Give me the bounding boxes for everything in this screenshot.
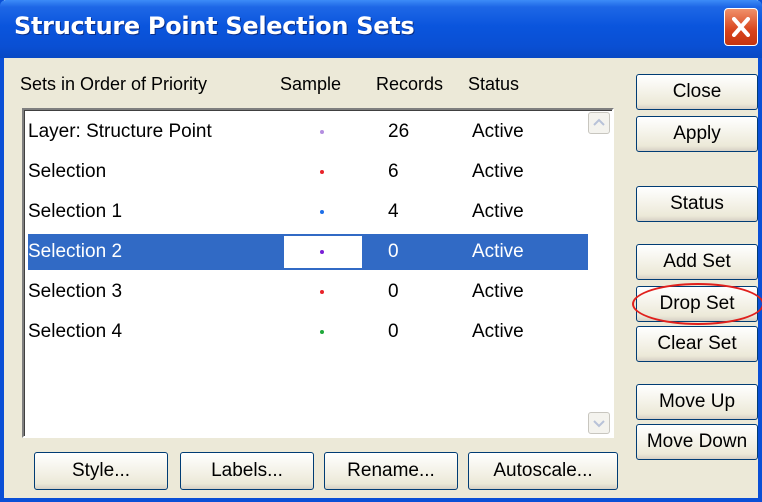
list-item[interactable]: Selection 4 0 Active bbox=[28, 314, 592, 350]
header-status: Status bbox=[468, 74, 520, 94]
rename-button[interactable]: Rename... bbox=[324, 452, 458, 490]
header-sample: Sample bbox=[280, 74, 342, 94]
record-count: 6 bbox=[388, 161, 399, 182]
sample-dot bbox=[320, 250, 324, 254]
dialog-window: Structure Point Selection Sets Sets in O… bbox=[0, 0, 762, 502]
scroll-down-button[interactable] bbox=[588, 412, 610, 434]
list-item[interactable]: Selection 6 Active bbox=[28, 154, 592, 190]
list-item[interactable]: Selection 2 0 Active bbox=[28, 234, 592, 270]
vertical-scrollbar[interactable] bbox=[588, 112, 610, 434]
window-close-button[interactable] bbox=[724, 8, 758, 46]
sample-dot bbox=[320, 330, 324, 334]
clear-set-button[interactable]: Clear Set bbox=[636, 326, 758, 362]
style-button[interactable]: Style... bbox=[34, 452, 168, 490]
record-count: 4 bbox=[388, 201, 399, 222]
sample-swatch bbox=[284, 114, 362, 150]
set-status: Active bbox=[472, 161, 524, 182]
sample-dot bbox=[320, 130, 324, 134]
chevron-up-icon bbox=[593, 118, 605, 126]
drop-set-button[interactable]: Drop Set bbox=[636, 286, 758, 322]
set-name: Selection 1 bbox=[28, 201, 123, 222]
list-item[interactable]: Selection 1 4 Active bbox=[28, 194, 592, 230]
header-sets: Sets in Order of Priority bbox=[20, 74, 208, 94]
close-icon bbox=[732, 17, 750, 37]
record-count: 0 bbox=[388, 281, 399, 302]
sample-swatch bbox=[284, 154, 362, 190]
list-item[interactable]: Layer: Structure Point 26 Active bbox=[28, 114, 592, 150]
move-up-button[interactable]: Move Up bbox=[636, 384, 758, 420]
record-count: 0 bbox=[388, 321, 399, 342]
header-records: Records bbox=[376, 74, 444, 94]
set-status: Active bbox=[472, 321, 524, 342]
sample-swatch bbox=[284, 274, 362, 310]
set-status: Active bbox=[472, 281, 524, 302]
set-name: Selection 3 bbox=[28, 281, 123, 302]
record-count: 0 bbox=[388, 241, 399, 262]
autoscale-button[interactable]: Autoscale... bbox=[468, 452, 618, 490]
sample-dot bbox=[320, 170, 324, 174]
set-status: Active bbox=[472, 241, 524, 262]
set-name: Selection 2 bbox=[28, 241, 123, 262]
sample-swatch bbox=[284, 236, 362, 268]
add-set-button[interactable]: Add Set bbox=[636, 244, 758, 280]
list-item[interactable]: Selection 3 0 Active bbox=[28, 274, 592, 310]
record-count: 26 bbox=[388, 121, 410, 142]
title-bar[interactable]: Structure Point Selection Sets bbox=[0, 0, 762, 58]
chevron-down-icon bbox=[593, 420, 605, 428]
set-status: Active bbox=[472, 121, 524, 142]
apply-button[interactable]: Apply bbox=[636, 116, 758, 152]
sample-dot bbox=[320, 290, 324, 294]
set-name: Selection 4 bbox=[28, 321, 123, 342]
sample-swatch bbox=[284, 314, 362, 350]
selection-sets-list[interactable]: Layer: Structure Point 26 Active Selection 6… bbox=[22, 108, 614, 438]
window-title: Structure Point Selection Sets bbox=[14, 12, 415, 40]
close-button[interactable]: Close bbox=[636, 74, 758, 110]
labels-button[interactable]: Labels... bbox=[180, 452, 314, 490]
sample-dot bbox=[320, 210, 324, 214]
scroll-up-button[interactable] bbox=[588, 112, 610, 134]
move-down-button[interactable]: Move Down bbox=[636, 424, 758, 460]
sample-swatch bbox=[284, 194, 362, 230]
set-name: Layer: Structure Point bbox=[28, 121, 212, 142]
set-status: Active bbox=[472, 201, 524, 222]
status-button[interactable]: Status bbox=[636, 186, 758, 222]
set-name: Selection bbox=[28, 161, 107, 182]
